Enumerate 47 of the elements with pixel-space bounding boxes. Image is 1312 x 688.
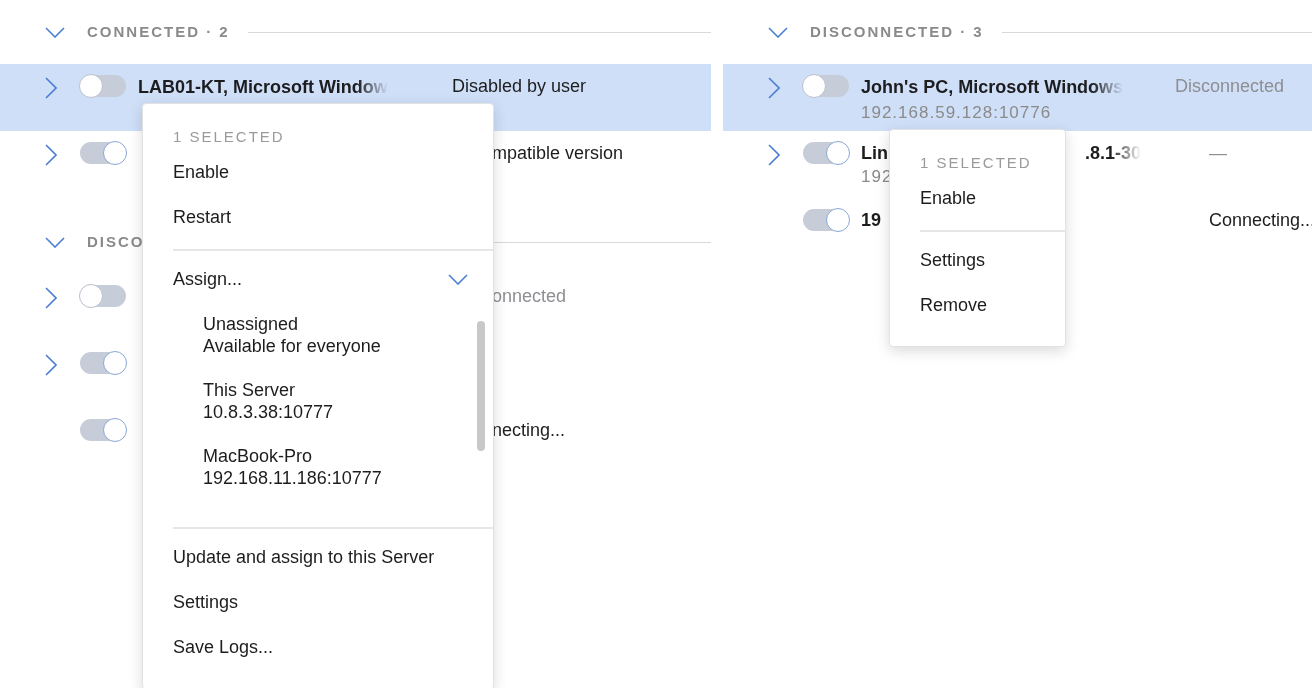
chevron-right-icon[interactable] bbox=[45, 77, 57, 100]
menu-item[interactable]: Restart bbox=[143, 195, 493, 240]
device-name: John's PC, Microsoft Windows bbox=[861, 76, 1124, 99]
chevron-down-icon[interactable] bbox=[45, 26, 65, 38]
menu-item[interactable]: Settings bbox=[890, 238, 1065, 283]
toggle-switch[interactable] bbox=[80, 419, 126, 441]
chevron-right-icon[interactable] bbox=[768, 144, 780, 167]
device-name: 19 bbox=[861, 209, 882, 232]
device-name: .8.1-30 bbox=[1084, 142, 1141, 165]
menu-item[interactable]: Enable bbox=[890, 176, 1065, 221]
device-name: Lin bbox=[861, 142, 888, 165]
toggle-switch[interactable] bbox=[803, 142, 849, 164]
toggle-switch[interactable] bbox=[803, 75, 849, 97]
menu-item[interactable]: Remove bbox=[890, 283, 1065, 328]
assign-option[interactable]: Unassigned Available for everyone bbox=[143, 302, 493, 368]
status-text: mpatible version bbox=[491, 142, 624, 165]
status-text: — bbox=[1209, 142, 1227, 165]
chevron-right-icon[interactable] bbox=[45, 287, 57, 310]
toggle-switch[interactable] bbox=[80, 285, 126, 307]
assign-option[interactable]: MacBook-Pro 192.168.11.186:10777 bbox=[143, 434, 493, 500]
section-title: DISCO bbox=[87, 231, 145, 252]
toggle-switch[interactable] bbox=[80, 142, 126, 164]
chevron-right-icon[interactable] bbox=[45, 144, 57, 167]
menu-item[interactable]: Update and assign to this Server bbox=[143, 535, 493, 580]
toggle-switch[interactable] bbox=[80, 352, 126, 374]
menu-item[interactable]: Save Logs... bbox=[143, 625, 493, 670]
menu-header: 1 SELECTED bbox=[919, 153, 1033, 173]
selected-row[interactable]: John's PC, Microsoft Windows 192.168.59.128:10776 Disconnected bbox=[723, 64, 1312, 131]
device-name: LAB01-KT, Microsoft Window bbox=[138, 76, 388, 99]
menu-item[interactable]: Settings bbox=[143, 580, 493, 625]
submenu-item[interactable]: Assign... bbox=[143, 257, 493, 302]
toggle-switch[interactable] bbox=[803, 209, 849, 231]
status-text: Disabled by user bbox=[452, 75, 587, 98]
section-title: CONNECTED · 2 bbox=[87, 21, 230, 42]
status-text: necting... bbox=[491, 419, 566, 442]
scrollbar-thumb[interactable] bbox=[477, 321, 485, 451]
chevron-down-icon bbox=[448, 274, 468, 285]
section-title: DISCONNECTED · 3 bbox=[810, 21, 984, 42]
chevron-right-icon[interactable] bbox=[768, 77, 780, 100]
status-text: onnected bbox=[491, 285, 567, 308]
status-text: Disconnected bbox=[1175, 75, 1285, 98]
chevron-right-icon[interactable] bbox=[45, 354, 57, 377]
menu-item[interactable]: Enable bbox=[143, 150, 493, 195]
toggle-switch[interactable] bbox=[80, 75, 126, 97]
device-address: 192.168.59.128:10776 bbox=[861, 102, 1053, 124]
chevron-down-icon[interactable] bbox=[768, 26, 788, 38]
chevron-down-icon[interactable] bbox=[45, 236, 65, 248]
